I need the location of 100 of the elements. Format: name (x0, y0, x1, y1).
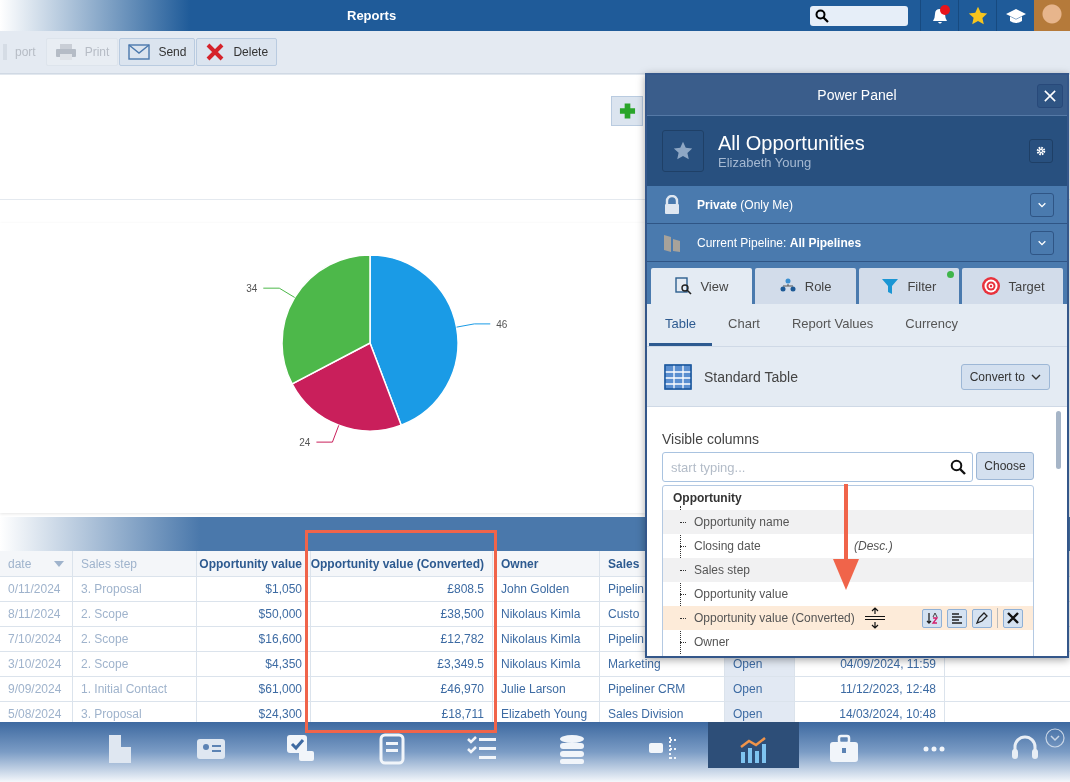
convert-button[interactable]: Convert to (960, 363, 1050, 390)
search-box[interactable]: start typing... (662, 452, 973, 482)
leader-line (456, 323, 491, 328)
table-cell: 7/10/2024 (8, 632, 62, 646)
align-button[interactable] (947, 608, 967, 628)
envelope-icon (128, 44, 151, 60)
move-handle-icon[interactable] (862, 607, 887, 629)
table-icon (664, 363, 692, 390)
column-header[interactable]: Opportunity value (Converted) (311, 556, 484, 571)
table-cell: $1,050 (265, 582, 302, 596)
column-item[interactable]: Sales step (663, 558, 1033, 582)
target-icon (980, 276, 1001, 296)
table-cell: 11/12/2023, 12:48 (840, 682, 936, 696)
data-label: 24 (299, 437, 311, 449)
table-type: Standard Table (704, 368, 799, 385)
table-cell: 2. Scope (81, 657, 129, 671)
table-cell: $4,350 (265, 657, 302, 671)
column-header[interactable]: Opportunity value (199, 556, 302, 571)
search-icon (815, 8, 829, 23)
table-cell: Open (733, 657, 763, 671)
table-cell: Nikolaus Kimla (501, 632, 581, 646)
panel-title: Power Panel (817, 87, 897, 103)
table-cell: £12,782 (440, 632, 484, 646)
sort-az-icon (926, 612, 938, 624)
report-owner: Elizabeth Young (718, 155, 813, 170)
pencil-icon (976, 612, 988, 624)
nav-item[interactable] (708, 722, 799, 768)
table-cell: Open (733, 707, 763, 721)
edit-button[interactable] (972, 608, 992, 628)
report-name: All Opportunities (718, 132, 866, 155)
column-header[interactable]: Owner (501, 556, 539, 571)
table-cell: 0/11/2024 (8, 582, 61, 596)
dropdown-button[interactable] (1030, 230, 1054, 255)
table-cell: 9/09/2024 (8, 682, 62, 696)
caret-icon (1031, 373, 1041, 380)
tab[interactable]: Target (962, 268, 1063, 304)
table-cell: 2. Scope (81, 607, 129, 621)
tab[interactable]: Currency (889, 304, 975, 346)
sort-button[interactable] (922, 608, 942, 628)
search-field[interactable]: start typing... (669, 458, 950, 476)
search-icon (950, 459, 966, 475)
table-cell: Pipelin (608, 632, 645, 646)
data-label: 46 (496, 318, 508, 330)
table-cell: Custo (608, 607, 640, 621)
table-cell: Nikolaus Kimla (501, 657, 581, 671)
table-cell: 8/11/2024 (8, 607, 61, 621)
collapse-button[interactable] (1045, 728, 1065, 748)
table-cell: 3/10/2024 (8, 657, 62, 671)
column-name: Sales step (694, 563, 751, 577)
column-item[interactable]: Closing date (Desc.) (663, 534, 1033, 558)
star-icon (672, 140, 694, 162)
leader-line (315, 424, 340, 443)
scrollbar[interactable] (1056, 411, 1061, 469)
sort-note: (Desc.) (854, 539, 893, 553)
table-cell: $24,300 (258, 707, 302, 721)
align-left-icon (951, 612, 963, 624)
document-search-icon (674, 277, 693, 295)
table-cell: Pipeliner CRM (608, 682, 686, 696)
column-item[interactable]: Owner (663, 630, 1033, 654)
column-name: Opportunity name (694, 515, 790, 529)
table-cell: 5/08/2024 (8, 707, 62, 721)
chevron-down-icon (1037, 238, 1047, 247)
table-cell: 14/03/2024, 10:48 (839, 707, 936, 721)
tree-group: Opportunity (663, 486, 1033, 510)
chevron-down-icon (1037, 200, 1047, 209)
send-button[interactable]: Send (119, 38, 196, 66)
table-cell: Open (733, 682, 763, 696)
search-field[interactable] (810, 5, 908, 26)
choose-button[interactable]: Choose (976, 452, 1034, 480)
column-name: Opportunity value (Converted) (694, 611, 855, 625)
column-item[interactable]: Opportunity name (663, 510, 1033, 534)
field-label: Visible columns (662, 431, 760, 447)
favorite-button[interactable] (662, 130, 704, 172)
remove-button[interactable] (1003, 608, 1023, 628)
table-cell: Pipelin (608, 582, 645, 596)
settings-button[interactable] (1029, 139, 1053, 163)
setting-text: Current Pipeline: All Pipelines (697, 235, 863, 250)
tab[interactable]: Role (754, 268, 856, 304)
delete-button[interactable]: Delete (196, 38, 278, 66)
table-cell: $16,600 (258, 632, 302, 646)
table-cell: 2. Scope (81, 632, 129, 646)
tab[interactable]: Filter (858, 268, 960, 304)
column-item[interactable]: Opportunity value (663, 582, 1033, 606)
table-cell: £808.5 (447, 582, 484, 596)
dropdown-button[interactable] (1030, 192, 1054, 217)
tab[interactable]: Report Values (775, 304, 890, 346)
table-cell: 3. Proposal (81, 582, 142, 596)
column-header[interactable]: Sales (608, 556, 640, 571)
more-icon (923, 746, 946, 752)
column-item[interactable]: Opportunity value (Converted) (663, 606, 1033, 630)
table-cell: Julie Larson (501, 682, 566, 696)
tab[interactable]: View (651, 268, 752, 304)
table-cell: Marketing (608, 657, 661, 671)
table-cell: Elizabeth Young (501, 707, 588, 721)
leader-line (262, 287, 296, 298)
close-button[interactable] (1037, 84, 1063, 108)
table-cell: 3. Proposal (81, 707, 142, 721)
tab[interactable]: Chart (712, 304, 776, 346)
close-icon (1007, 612, 1019, 624)
close-icon (1044, 89, 1056, 103)
